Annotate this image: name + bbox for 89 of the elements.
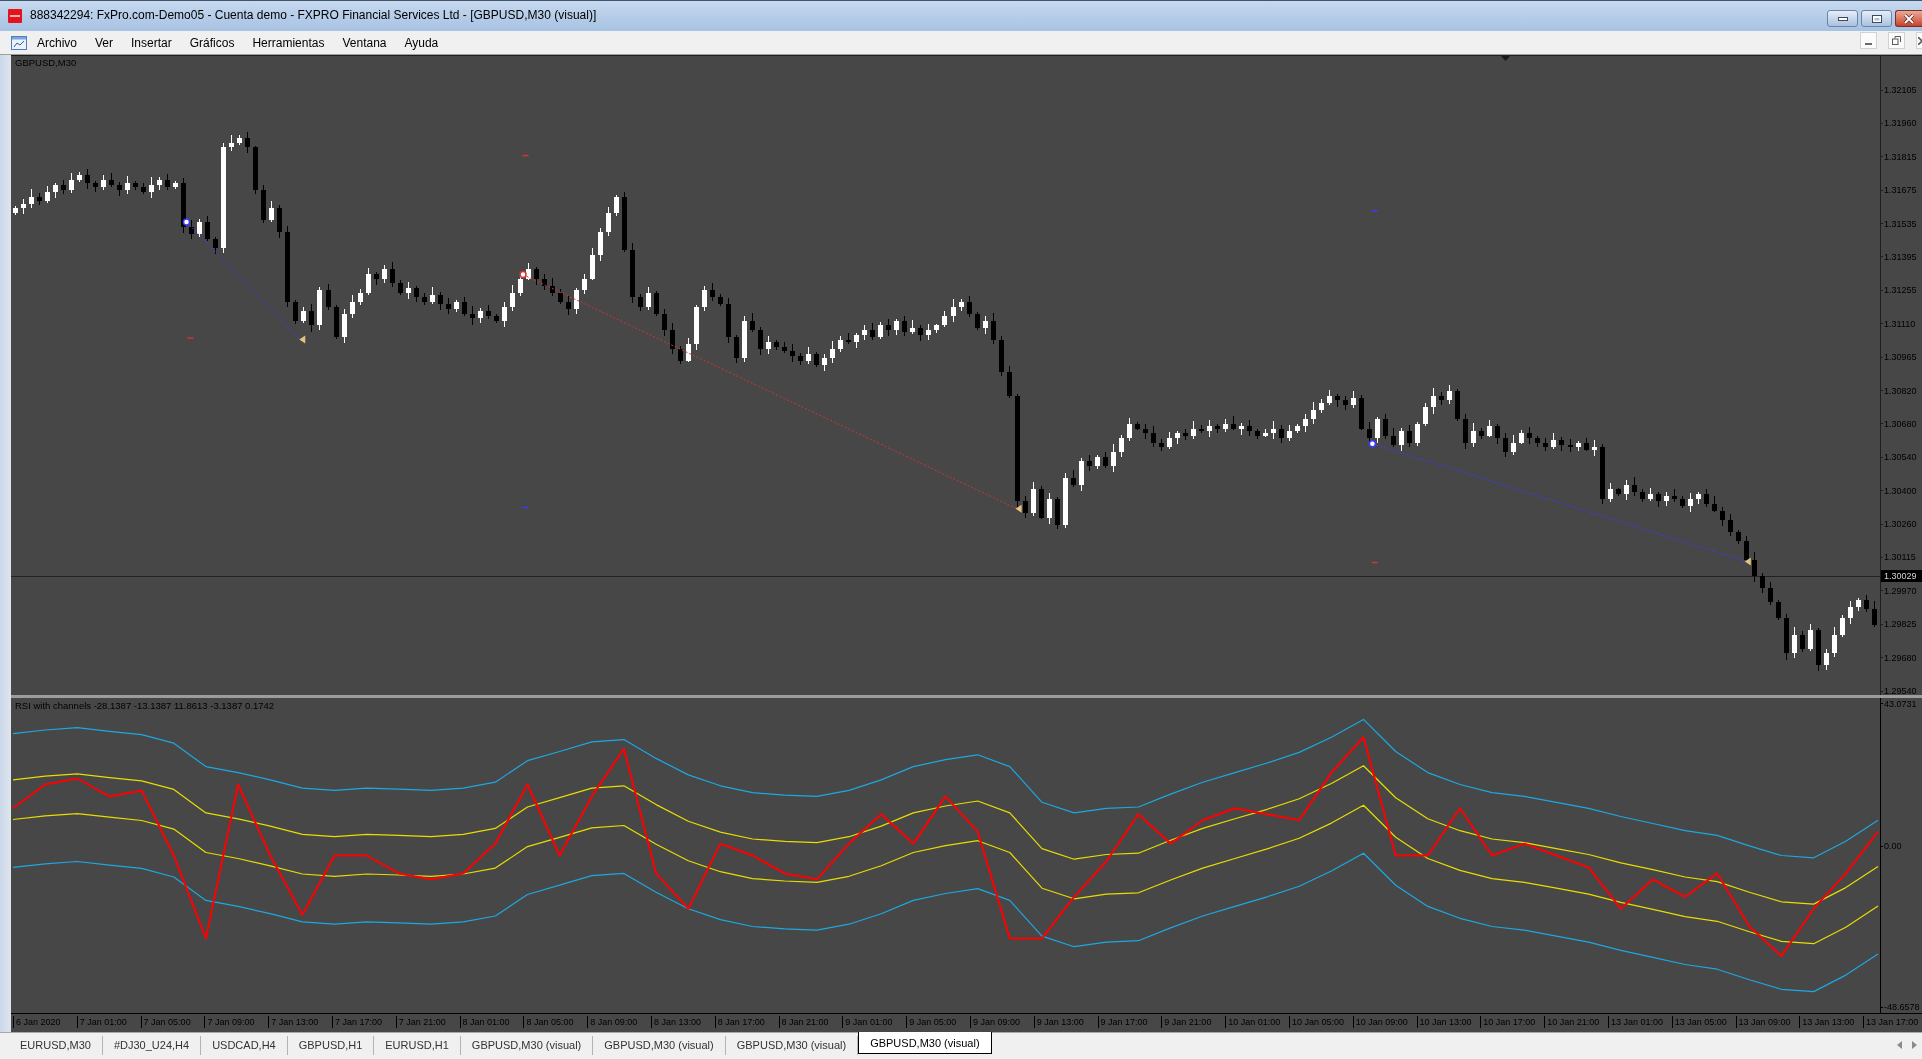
chart-title: GBPUSD,M30 <box>15 57 77 69</box>
axis-label: 1.29540 <box>1881 685 1922 698</box>
time-label: 9 Jan 09:00 <box>969 1016 1020 1028</box>
caret-left-icon[interactable] <box>1897 1041 1902 1049</box>
current-price-label: 1.30029 <box>1881 570 1922 583</box>
chart-tab[interactable]: EURUSD,M30 <box>9 1036 103 1055</box>
axis-label: 1.31815 <box>1881 150 1922 163</box>
axis-label: -48.6578 <box>1881 1001 1920 1013</box>
axis-label: 0.00 <box>1881 840 1902 853</box>
axis-label: 1.31960 <box>1881 117 1922 130</box>
maximize-button[interactable] <box>1861 10 1892 27</box>
minimize-icon <box>1837 16 1848 21</box>
minimize-button[interactable] <box>1827 10 1858 27</box>
axis-label: 43.0731 <box>1881 698 1917 710</box>
time-label: 8 Jan 09:00 <box>587 1016 638 1028</box>
chart-tab[interactable]: GBPUSD,M30 (visual) <box>858 1032 992 1054</box>
axis-label: 1.30820 <box>1881 384 1922 397</box>
time-label: 8 Jan 17:00 <box>714 1016 765 1028</box>
axis-label: 1.29970 <box>1881 584 1922 597</box>
time-label: 7 Jan 01:00 <box>76 1016 127 1028</box>
time-label: 8 Jan 21:00 <box>778 1016 829 1028</box>
time-label: 8 Jan 13:00 <box>650 1016 701 1028</box>
axis-label: 1.31395 <box>1881 250 1922 263</box>
time-label: 9 Jan 17:00 <box>1097 1016 1148 1028</box>
caret-right-icon[interactable] <box>1912 1041 1917 1049</box>
axis-label: 1.31535 <box>1881 217 1922 230</box>
dash-marker <box>1371 210 1379 212</box>
time-label: 10 Jan 05:00 <box>1288 1016 1344 1028</box>
chart-tab[interactable]: GBPUSD,H1 <box>287 1036 375 1055</box>
menu-item[interactable]: Insertar <box>122 31 181 54</box>
axis-label: 1.29825 <box>1881 618 1922 631</box>
minimize-icon <box>1865 43 1872 45</box>
time-label: 13 Jan 05:00 <box>1671 1016 1727 1028</box>
time-label: 10 Jan 21:00 <box>1544 1016 1600 1028</box>
chart-tab[interactable]: #DJ30_U24,H4 <box>102 1036 202 1055</box>
maximize-icon <box>1871 14 1882 23</box>
dash-marker <box>521 154 530 157</box>
axis-label: 1.30965 <box>1881 351 1922 364</box>
time-label: 13 Jan 09:00 <box>1735 1016 1791 1028</box>
axis-label: 1.30260 <box>1881 518 1922 531</box>
menu-item[interactable]: Ayuda <box>395 31 448 54</box>
dash-marker <box>521 506 530 509</box>
indicator-header: RSI with channels -28.1387 -13.1387 11.8613 -3.1387 0.1742 <box>15 700 275 712</box>
time-label: 8 Jan 01:00 <box>459 1016 510 1028</box>
axis-label: 1.30400 <box>1881 484 1922 497</box>
time-label: 7 Jan 21:00 <box>395 1016 446 1028</box>
child-close-button[interactable] <box>1916 32 1922 49</box>
axis-label: 1.29680 <box>1881 651 1922 664</box>
chart-tab[interactable]: USDCAD,H4 <box>201 1036 288 1055</box>
time-label: 13 Jan 13:00 <box>1799 1016 1855 1028</box>
time-label: 9 Jan 13:00 <box>1033 1016 1084 1028</box>
axis-label: 1.30115 <box>1881 551 1922 564</box>
child-restore-button[interactable] <box>1888 32 1905 49</box>
time-label: 7 Jan 05:00 <box>140 1016 191 1028</box>
restore-icon <box>1892 36 1901 45</box>
menu-item[interactable]: Ventana <box>333 31 396 54</box>
chart-tab[interactable]: GBPUSD,M30 (visual) <box>460 1036 594 1055</box>
time-label: 10 Jan 13:00 <box>1416 1016 1472 1028</box>
app-logo-icon <box>8 9 22 23</box>
axis-label: 1.31255 <box>1881 284 1922 297</box>
chart-tab[interactable]: EURUSD,H1 <box>374 1036 461 1055</box>
menu-item[interactable]: Herramientas <box>243 31 334 54</box>
close-icon <box>1903 13 1915 24</box>
window-title: 888342294: FxPro.com-Demo05 - Cuenta demo - FXPRO Financial Services Ltd - [GBPUSD,M30 (visual)] <box>30 8 597 23</box>
child-minimize-button[interactable] <box>1860 32 1877 49</box>
time-label: 8 Jan 05:00 <box>523 1016 574 1028</box>
time-label: 7 Jan 13:00 <box>268 1016 319 1028</box>
time-label: 7 Jan 09:00 <box>204 1016 255 1028</box>
dash-marker <box>1371 561 1379 564</box>
time-label: 13 Jan 17:00 <box>1863 1016 1919 1028</box>
axis-label: 1.31110 <box>1881 317 1922 330</box>
chart-window-icon <box>11 34 27 51</box>
menu-item[interactable]: Gráficos <box>180 31 244 54</box>
menu-item[interactable]: Archivo <box>28 31 86 54</box>
dash-marker <box>186 337 195 339</box>
time-label: 10 Jan 09:00 <box>1352 1016 1408 1028</box>
axis-label: 1.31675 <box>1881 184 1922 197</box>
chart-tab[interactable]: GBPUSD,M30 (visual) <box>593 1036 726 1055</box>
axis-label: 1.30680 <box>1881 417 1922 430</box>
close-icon <box>1918 36 1922 45</box>
menu-item[interactable]: Ver <box>86 31 123 54</box>
axis-label: 1.30540 <box>1881 451 1922 464</box>
time-label: 13 Jan 01:00 <box>1607 1016 1663 1028</box>
time-label: 10 Jan 01:00 <box>1225 1016 1281 1028</box>
time-label: 6 Jan 2020 <box>13 1016 61 1028</box>
axis-label: 1.32105 <box>1881 84 1922 96</box>
close-button[interactable] <box>1895 10 1922 27</box>
time-label: 7 Jan 17:00 <box>332 1016 383 1028</box>
time-label: 10 Jan 17:00 <box>1480 1016 1536 1028</box>
